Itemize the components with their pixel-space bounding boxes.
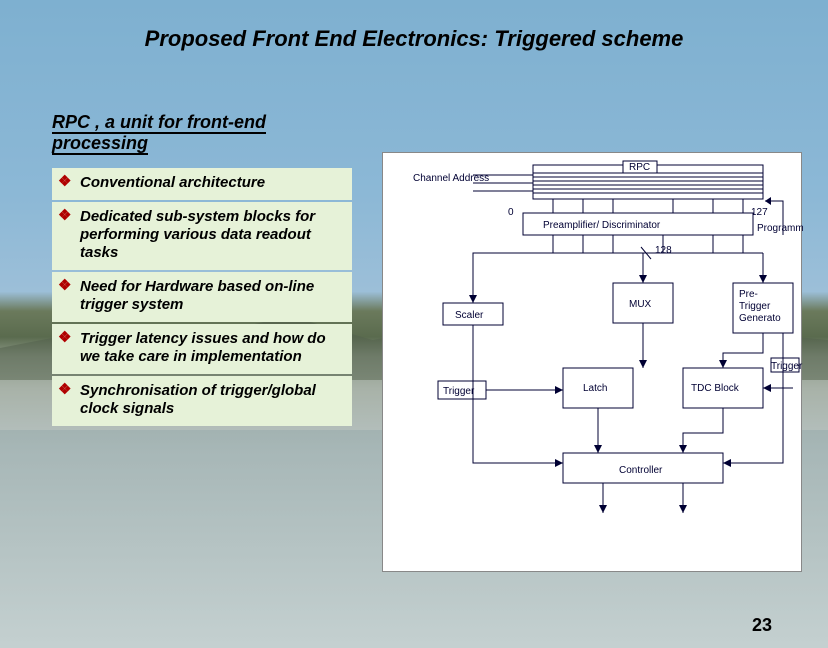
bullet-item: Synchronisation of trigger/global clock … [52,376,352,426]
diag-controller: Controller [619,465,663,476]
slide-title: Proposed Front End Electronics: Triggere… [0,26,828,52]
diag-scaler: Scaler [455,310,484,321]
diag-preamp: Preamplifier/ Discriminator [543,220,661,231]
diag-programmable: Programmable [757,223,803,234]
bullet-item: Need for Hardware based on-line trigger … [52,272,352,322]
subtitle: RPC , a unit for front-end processing [52,112,352,153]
bullet-item: Conventional architecture [52,168,352,200]
diag-trigger-left: Trigger [443,386,475,397]
diag-trigger-right: Trigger [771,361,803,372]
diag-tdc: TDC Block [691,383,740,394]
diag-latch: Latch [583,383,607,394]
diag-rpc-label: RPC [629,162,650,173]
bullet-item: Trigger latency issues and how do we tak… [52,324,352,374]
subtitle-line1: RPC , a unit for front-end [52,112,266,132]
diag-idx127: 127 [751,207,768,218]
page-number: 23 [752,615,772,636]
subtitle-line2: processing [52,133,148,153]
diag-128: 128 [655,245,672,256]
diag-mux: MUX [629,299,652,310]
bullet-item: Dedicated sub-system blocks for performi… [52,202,352,270]
block-diagram: RPC Channel Address 0 127 Preamplifier/ … [382,152,802,572]
bullet-list: Conventional architecture Dedicated sub-… [52,168,352,428]
diag-idx0: 0 [508,207,514,218]
